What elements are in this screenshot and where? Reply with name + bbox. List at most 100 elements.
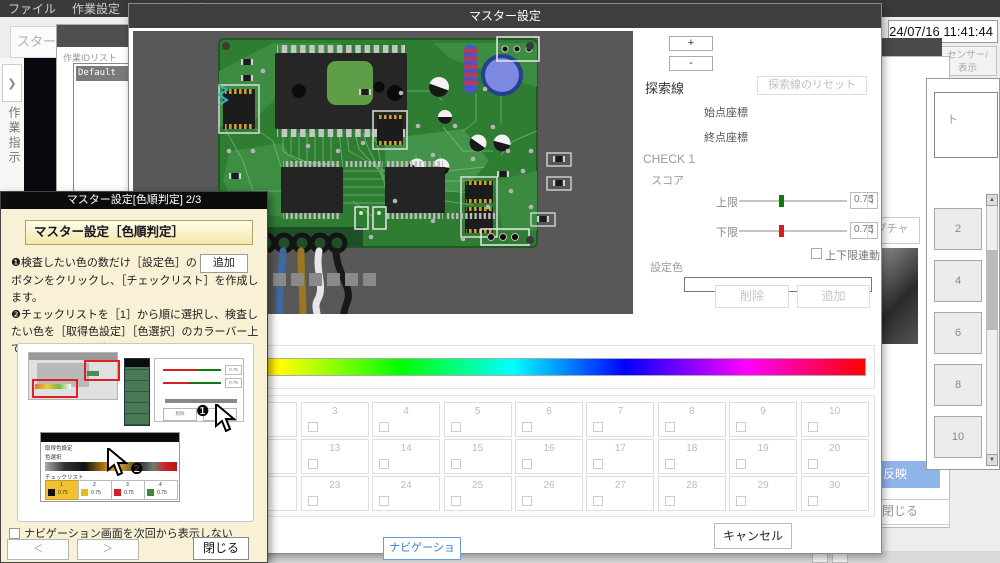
checklist-cell-checkbox[interactable]	[736, 459, 747, 469]
add-button[interactable]: 追加	[797, 285, 870, 308]
checklist-cell-checkbox[interactable]	[807, 459, 818, 469]
checklist-cell-number: 19	[757, 443, 769, 454]
checklist-cell[interactable]: 28	[657, 476, 726, 511]
help-dialog-title: マスター設定[色順判定] 2/3	[1, 192, 267, 209]
zoom-in-button[interactable]: +	[669, 36, 713, 51]
checklist-cell[interactable]: 29	[729, 476, 798, 511]
checklist-cell[interactable]: 24	[372, 476, 441, 511]
checklist-cell[interactable]: 14	[372, 439, 441, 474]
menu-item[interactable]: ファイル	[8, 0, 56, 17]
help-close-button[interactable]: 閉じる	[193, 537, 249, 560]
mini-checklist-item: 3 0.75	[111, 480, 145, 500]
screen: ファイル作業設定システム設定ビューヘルプ ❯ 作業指示 スタート 作業IDリスト…	[0, 0, 1000, 563]
mini-grid-column	[124, 358, 150, 426]
checklist-cell-checkbox[interactable]	[450, 459, 461, 469]
checklist-cell[interactable]: 25	[443, 476, 512, 511]
checklist-cell-checkbox[interactable]	[593, 496, 604, 506]
checklist-cell[interactable]: 19	[729, 439, 798, 474]
checklist-cell[interactable]: 7	[586, 402, 655, 437]
checklist-cell[interactable]: 18	[657, 439, 726, 474]
list-scrollbar-thumb[interactable]	[987, 250, 997, 330]
link-limits-checkbox[interactable]	[811, 248, 822, 259]
checklist-cell-checkbox[interactable]	[307, 459, 318, 469]
checklist-cell[interactable]: 10	[800, 402, 869, 437]
zoom-out-button[interactable]: -	[669, 56, 713, 71]
checklist-cell-checkbox[interactable]	[379, 459, 390, 469]
checklist-cell[interactable]: 6	[515, 402, 583, 437]
work-id-listbox[interactable]: Default	[73, 63, 131, 195]
checklist-cell-checkbox[interactable]	[593, 459, 604, 469]
checklist-cell-checkbox[interactable]	[522, 422, 532, 432]
checklist-cell-checkbox[interactable]	[807, 496, 818, 506]
help-header: マスター設定［色順判定］	[25, 220, 253, 245]
checklist-cell[interactable]: 13	[300, 439, 369, 474]
scroll-up-icon[interactable]: ▲	[986, 194, 998, 206]
work-id-item[interactable]: Default	[76, 66, 128, 81]
checklist-cell-checkbox[interactable]	[450, 422, 461, 432]
checklist-cell-checkbox[interactable]	[736, 422, 747, 432]
checklist-cell-number: 18	[686, 443, 698, 454]
checklist-cell-checkbox[interactable]	[807, 422, 818, 432]
checklist-cell-checkbox[interactable]	[664, 459, 675, 469]
upper-limit-spinbox[interactable]: 0.75 ▲ ▼	[850, 192, 878, 209]
checklist-cell-checkbox[interactable]	[307, 496, 318, 506]
help-prev-button[interactable]: ＜	[7, 539, 69, 560]
checklist-cell[interactable]: 9	[729, 402, 798, 437]
number-list-item[interactable]: 8	[934, 364, 982, 406]
dont-show-again-checkbox[interactable]	[9, 528, 20, 539]
list-scrollbar[interactable]	[986, 194, 998, 466]
end-coord-label: 終点座標	[704, 132, 748, 144]
checklist-cell-checkbox[interactable]	[522, 459, 532, 469]
checklist-cell[interactable]: 23	[300, 476, 369, 511]
number-list-item[interactable]: 10	[934, 416, 982, 458]
checklist-cell[interactable]: 20	[800, 439, 869, 474]
checklist-cell-checkbox[interactable]	[736, 496, 747, 506]
lower-limit-spinbox[interactable]: 0.75 ▲ ▼	[850, 222, 878, 239]
checklist-cell[interactable]: 27	[586, 476, 655, 511]
checklist-cell[interactable]: 8	[657, 402, 726, 437]
number-list-item[interactable]: 2	[934, 208, 982, 250]
checklist-cell-number: 9	[760, 406, 766, 417]
start-coord-label: 始点座標	[704, 107, 748, 119]
checklist-cell[interactable]: 4	[372, 402, 441, 437]
checklist-cell-checkbox[interactable]	[307, 422, 318, 432]
save-button[interactable]: 保存	[799, 523, 872, 549]
window-fragment	[832, 553, 848, 563]
upper-limit-slider[interactable]	[739, 200, 847, 202]
spinner-arrows-icon[interactable]: ▲ ▼	[867, 223, 876, 238]
menu-item[interactable]: 作業設定	[72, 0, 120, 17]
navigation-button[interactable]: ナビゲーション	[383, 537, 461, 560]
sidebar-expand-button[interactable]: ❯	[2, 64, 22, 102]
checklist-cell[interactable]: 5	[443, 402, 512, 437]
checklist-cell[interactable]: 26	[515, 476, 583, 511]
lower-limit-slider-handle[interactable]	[779, 225, 784, 237]
window-fragment	[812, 553, 828, 563]
checklist-cell[interactable]: 3	[300, 402, 369, 437]
capture-thumbnail	[880, 248, 918, 344]
checklist-cell-number: 15	[472, 443, 484, 454]
checklist-cell[interactable]: 30	[800, 476, 869, 511]
upper-limit-slider-handle[interactable]	[779, 195, 784, 207]
checklist-cell-checkbox[interactable]	[450, 496, 461, 506]
spinner-arrows-icon[interactable]: ▲ ▼	[867, 193, 876, 208]
checklist-cell[interactable]: 17	[586, 439, 655, 474]
scroll-down-icon[interactable]: ▼	[986, 454, 998, 466]
checklist-cell-checkbox[interactable]	[379, 422, 390, 432]
delete-button[interactable]: 削除	[715, 285, 789, 308]
checklist-cell[interactable]: 15	[443, 439, 512, 474]
number-list-item[interactable]: 4	[934, 260, 982, 302]
checklist-cell-number: 26	[543, 480, 555, 491]
start-button[interactable]: スタート	[10, 26, 62, 58]
checklist-cell[interactable]: 16	[515, 439, 583, 474]
checklist-cell-checkbox[interactable]	[664, 422, 675, 432]
checklist-cell-checkbox[interactable]	[664, 496, 675, 506]
help-next-button[interactable]: ＞	[77, 539, 139, 560]
number-list-item[interactable]: 6	[934, 312, 982, 354]
checklist-cell-number: 29	[757, 480, 769, 491]
search-line-reset-button[interactable]: 探索線のリセット	[757, 76, 867, 95]
lower-limit-slider[interactable]	[739, 230, 847, 232]
checklist-cell-checkbox[interactable]	[593, 422, 604, 432]
cancel-button[interactable]: キャンセル	[714, 523, 792, 549]
checklist-cell-checkbox[interactable]	[379, 496, 390, 506]
checklist-cell-checkbox[interactable]	[522, 496, 532, 506]
